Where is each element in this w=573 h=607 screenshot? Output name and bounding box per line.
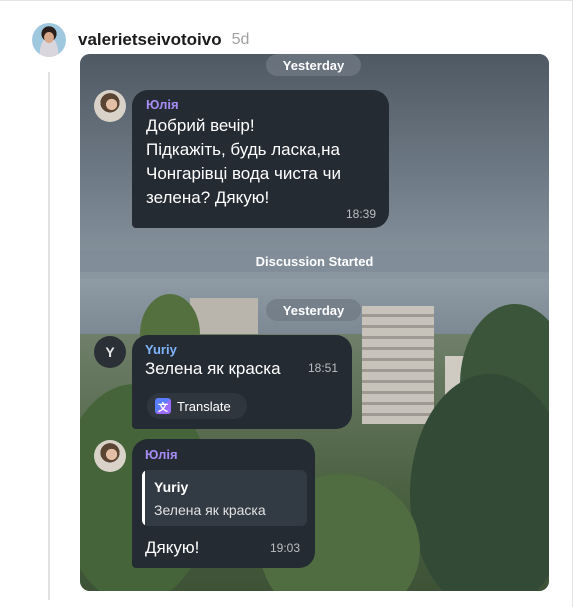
message-text: Дякую! [145,538,200,557]
sender-avatar: Y [94,336,126,368]
thread-line [48,72,50,600]
username[interactable]: valerietseivotoivo [78,30,222,50]
sender-avatar [94,440,126,472]
message-bubble[interactable]: Юлія Yuriy Зелена як краска Дякую! 19:03 [132,439,315,568]
reply-quote[interactable]: Yuriy Зелена як краска [142,470,307,526]
date-separator: Yesterday [266,299,361,321]
sender-avatar [94,90,126,122]
message-time: 18:39 [345,207,376,221]
sender-name: Юлія [146,97,179,112]
translate-label: Translate [177,398,231,414]
message-text: Зелена як краска [145,359,281,378]
date-separator: Yesterday [266,54,361,76]
message-bubble[interactable]: Yuriy Зелена як краска 18:51 文 Translate [132,335,352,429]
post-header: valerietseivotoivo 5d [32,22,249,58]
post-time[interactable]: 5d [232,31,250,49]
background-building [362,306,434,424]
message-time: 18:51 [308,361,339,375]
message-time: 19:03 [270,541,301,555]
sender-name: Юлія [145,447,178,462]
background-building [190,298,258,334]
discussion-banner: Discussion Started [80,250,549,272]
message-text: Добрий вечір! Підкажіть, будь ласка,на Ч… [146,116,341,207]
translate-icon: 文 [155,398,171,414]
chat-screenshot[interactable]: Yesterday Юлія Добрий вечір! Підкажіть, … [80,54,549,591]
reply-text: Зелена як краска [154,502,266,518]
message-bubble[interactable]: Юлія Добрий вечір! Підкажіть, будь ласка… [132,90,389,228]
top-border [0,0,573,1]
translate-button[interactable]: 文 Translate [147,393,247,419]
user-avatar[interactable] [32,23,66,57]
sender-name: Yuriy [145,342,177,357]
reply-sender: Yuriy [154,479,189,495]
reply-bar [142,470,145,526]
